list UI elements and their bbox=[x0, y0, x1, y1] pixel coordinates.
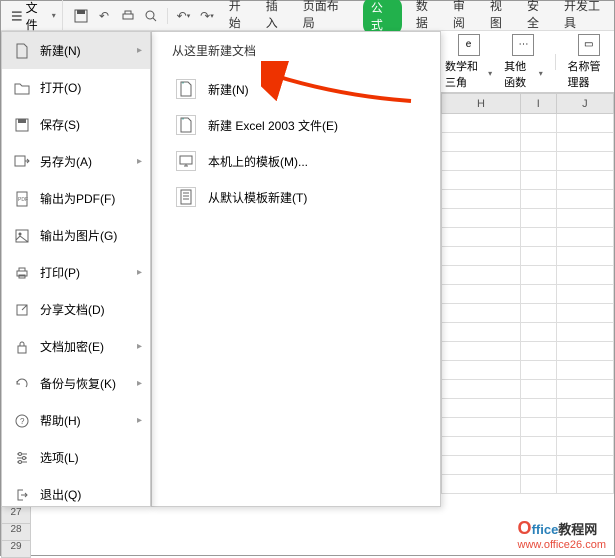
chevron-right-icon: ▸ bbox=[137, 267, 142, 278]
svg-text:?: ? bbox=[20, 417, 25, 426]
watermark: Office教程网 www.office26.com bbox=[518, 518, 606, 551]
backup-icon bbox=[14, 376, 30, 392]
undo-dropdown-icon[interactable]: ↶▾ bbox=[175, 7, 193, 25]
tab-security[interactable]: 安全 bbox=[527, 0, 550, 35]
tab-review[interactable]: 审阅 bbox=[453, 0, 476, 35]
tab-layout[interactable]: 页面布局 bbox=[303, 0, 349, 35]
chevron-down-icon: ▾ bbox=[488, 69, 492, 78]
file-label: 文件 bbox=[26, 0, 49, 33]
sub-item-new[interactable]: * 新建(N) bbox=[172, 71, 420, 107]
save-icon bbox=[14, 117, 30, 133]
svg-text:PDF: PDF bbox=[18, 197, 28, 203]
tab-dev[interactable]: 开发工具 bbox=[564, 0, 610, 35]
submenu-title: 从这里新建文档 bbox=[172, 42, 420, 59]
sub-item-excel2003[interactable]: * 新建 Excel 2003 文件(E) bbox=[172, 107, 420, 143]
chevron-right-icon: ▸ bbox=[137, 156, 142, 167]
save-icon[interactable] bbox=[72, 7, 90, 25]
watermark-logo-o: O bbox=[518, 518, 532, 538]
tab-view[interactable]: 视图 bbox=[490, 0, 513, 35]
chevron-right-icon: ▸ bbox=[137, 378, 142, 389]
spreadsheet-grid[interactable]: H I J bbox=[441, 93, 614, 503]
menu-item-saveas[interactable]: 另存为(A) ▸ bbox=[2, 143, 150, 180]
file-menu-panel: 新建(N) ▸ 打开(O) 保存(S) 另存为(A) ▸ PDF 输出为PDF(… bbox=[1, 31, 151, 507]
new-blank-icon: * bbox=[176, 79, 196, 99]
preview-icon[interactable] bbox=[142, 7, 160, 25]
menu-item-new[interactable]: 新建(N) ▸ bbox=[2, 32, 150, 69]
watermark-cn: 教程网 bbox=[558, 522, 597, 537]
tab-formula[interactable]: 公式 bbox=[363, 0, 402, 35]
separator bbox=[555, 54, 556, 70]
menu-item-encrypt[interactable]: 文档加密(E) ▸ bbox=[2, 328, 150, 365]
functions-icon: ⋯ bbox=[512, 34, 534, 56]
computer-icon bbox=[176, 151, 196, 171]
sub-item-default-template[interactable]: 从默认模板新建(T) bbox=[172, 179, 420, 215]
svg-text:*: * bbox=[182, 118, 184, 124]
watermark-brand: ffice bbox=[532, 522, 559, 537]
tab-start[interactable]: 开始 bbox=[229, 0, 252, 35]
chevron-right-icon: ▸ bbox=[137, 341, 142, 352]
print-icon bbox=[14, 265, 30, 281]
image-icon bbox=[14, 228, 30, 244]
new-file-icon bbox=[14, 43, 30, 59]
separator bbox=[167, 8, 168, 24]
row-header[interactable]: 29 bbox=[1, 541, 31, 558]
menu-item-pdf[interactable]: PDF 输出为PDF(F) bbox=[2, 180, 150, 217]
lock-icon bbox=[14, 339, 30, 355]
saveas-icon bbox=[14, 154, 30, 170]
chevron-down-icon: ▾ bbox=[539, 69, 543, 78]
col-header[interactable]: I bbox=[520, 94, 556, 114]
chevron-down-icon: ▾ bbox=[52, 11, 56, 20]
sub-item-local-template[interactable]: 本机上的模板(M)... bbox=[172, 143, 420, 179]
menu-item-image[interactable]: 输出为图片(G) bbox=[2, 217, 150, 254]
tab-data[interactable]: 数据 bbox=[416, 0, 439, 35]
menu-item-print[interactable]: 打印(P) ▸ bbox=[2, 254, 150, 291]
exit-icon bbox=[14, 487, 30, 503]
print-icon[interactable] bbox=[119, 7, 137, 25]
folder-icon bbox=[14, 80, 30, 96]
chevron-right-icon: ▸ bbox=[137, 45, 142, 56]
name-manager-icon: ▭ bbox=[578, 34, 600, 56]
options-icon bbox=[14, 450, 30, 466]
col-header[interactable]: J bbox=[556, 94, 613, 114]
watermark-url: www.office26.com bbox=[518, 539, 606, 551]
row-header[interactable]: 28 bbox=[1, 524, 31, 541]
menu-item-open[interactable]: 打开(O) bbox=[2, 69, 150, 106]
menu-item-save[interactable]: 保存(S) bbox=[2, 106, 150, 143]
col-header[interactable]: H bbox=[442, 94, 521, 114]
menu-item-exit[interactable]: 退出(Q) bbox=[2, 476, 150, 513]
math-icon: e bbox=[458, 34, 480, 56]
svg-text:*: * bbox=[182, 82, 184, 88]
help-icon: ? bbox=[14, 413, 30, 429]
menu-item-backup[interactable]: 备份与恢复(K) ▸ bbox=[2, 365, 150, 402]
other-functions-button[interactable]: ⋯ 其他函数▾ bbox=[500, 32, 547, 92]
math-trig-button[interactable]: e 数学和三角▾ bbox=[441, 32, 496, 92]
row-headers: 27 28 29 bbox=[1, 507, 31, 558]
undo-icon[interactable]: ↶ bbox=[95, 7, 113, 25]
share-icon bbox=[14, 302, 30, 318]
redo-dropdown-icon[interactable]: ↷▾ bbox=[198, 7, 216, 25]
template-icon bbox=[176, 187, 196, 207]
main-toolbar: 文件 ▾ ↶ ↶▾ ↷▾ 开始 插入 页面布局 公式 数据 审阅 视图 安全 开… bbox=[1, 1, 614, 31]
pdf-icon: PDF bbox=[14, 191, 30, 207]
menu-item-options[interactable]: 选项(L) bbox=[2, 439, 150, 476]
new-submenu-panel: 从这里新建文档 * 新建(N) * 新建 Excel 2003 文件(E) 本机… bbox=[151, 31, 441, 507]
ribbon-tabs: 开始 插入 页面布局 公式 数据 审阅 视图 安全 开发工具 bbox=[229, 0, 610, 35]
excel-file-icon: * bbox=[176, 115, 196, 135]
tab-insert[interactable]: 插入 bbox=[266, 0, 289, 35]
menu-item-share[interactable]: 分享文档(D) bbox=[2, 291, 150, 328]
hamburger-icon bbox=[11, 10, 23, 22]
menu-item-help[interactable]: ? 帮助(H) ▸ bbox=[2, 402, 150, 439]
chevron-right-icon: ▸ bbox=[137, 415, 142, 426]
name-manager-button[interactable]: ▭ 名称管理器 bbox=[564, 32, 614, 92]
